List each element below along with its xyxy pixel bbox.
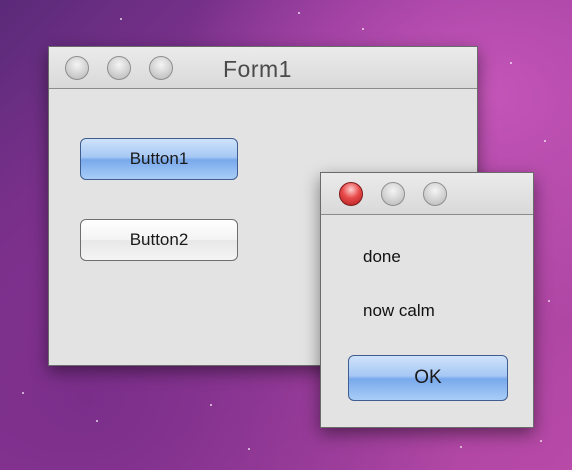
- button2[interactable]: Button2: [80, 219, 238, 261]
- desktop-star: [298, 12, 300, 14]
- ok-button[interactable]: OK: [348, 355, 508, 401]
- message-dialog: done now calm OK: [320, 172, 534, 428]
- dialog-close-button[interactable]: [339, 182, 363, 206]
- dialog-maximize-button[interactable]: [423, 182, 447, 206]
- dialog-titlebar[interactable]: [321, 173, 533, 215]
- desktop-star: [510, 62, 512, 64]
- desktop-star: [210, 404, 212, 406]
- message-line-2: now calm: [363, 301, 435, 320]
- minimize-button[interactable]: [107, 56, 131, 80]
- message-line-1: done: [363, 247, 401, 266]
- form1-titlebar[interactable]: Form1: [49, 47, 477, 89]
- desktop-star: [120, 18, 122, 20]
- button1[interactable]: Button1: [80, 138, 238, 180]
- maximize-button[interactable]: [149, 56, 173, 80]
- close-button[interactable]: [65, 56, 89, 80]
- window-title: Form1: [223, 56, 292, 82]
- desktop-star: [248, 448, 250, 450]
- desktop-star: [22, 392, 24, 394]
- desktop-star: [96, 420, 98, 422]
- desktop-star: [362, 28, 364, 30]
- desktop-star: [460, 446, 462, 448]
- dialog-minimize-button[interactable]: [381, 182, 405, 206]
- desktop-star: [548, 300, 550, 302]
- desktop-star: [540, 440, 542, 442]
- desktop-star: [544, 140, 546, 142]
